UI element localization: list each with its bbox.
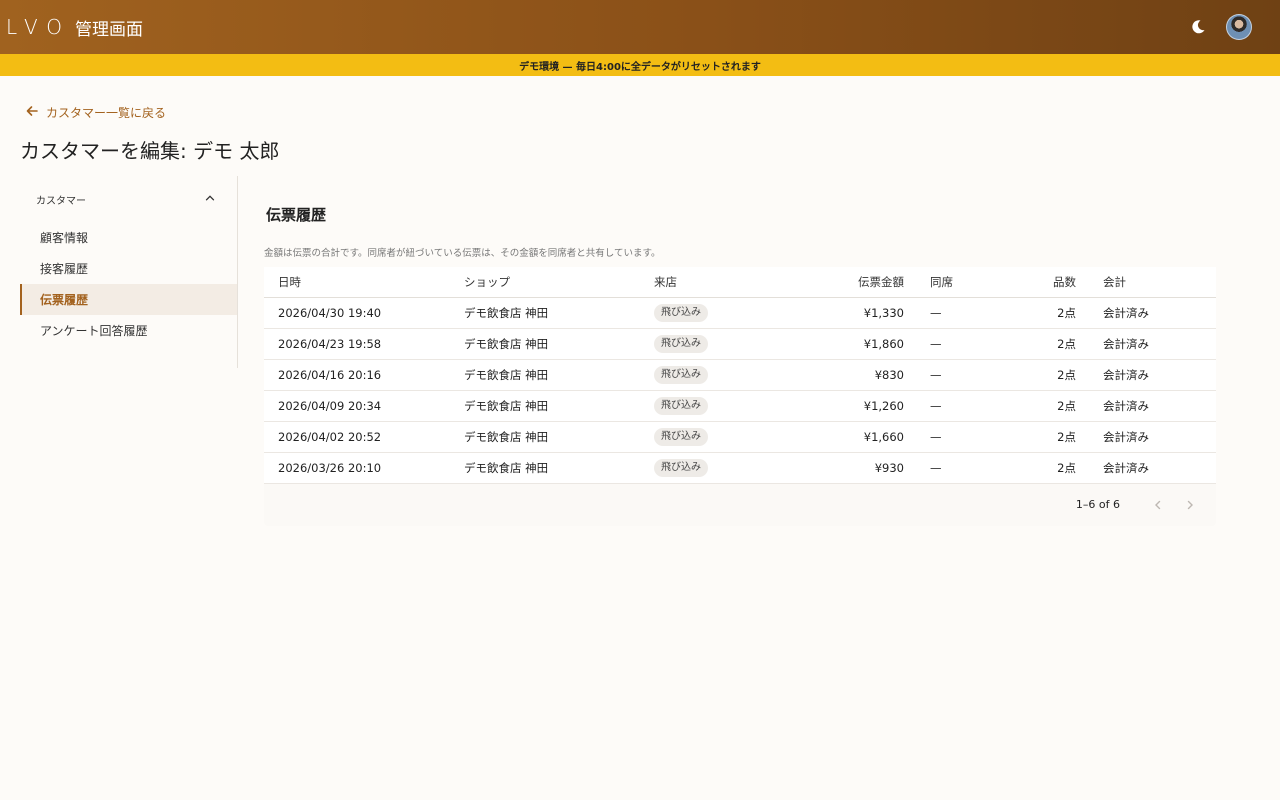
table-row[interactable]: 2026/04/30 19:40 デモ飲食店 神田 飛び込み ¥1,330 — … [264, 297, 1216, 329]
table-header-row: 日時 ショップ 来店 伝票金額 同席 品数 会計 [264, 267, 1216, 298]
cell-shop: デモ飲食店 神田 [464, 421, 654, 453]
cell-quantity: 2点 [1026, 328, 1076, 360]
cell-visit: 飛び込み [654, 328, 762, 360]
cell-amount: ¥1,860 [762, 328, 904, 360]
visit-type-chip: 飛び込み [654, 334, 708, 353]
cell-quantity: 2点 [1026, 390, 1076, 422]
table-row[interactable]: 2026/04/16 20:16 デモ飲食店 神田 飛び込み ¥830 — 2点… [264, 359, 1216, 391]
chevron-up-icon [205, 193, 215, 206]
cell-visit: 飛び込み [654, 297, 762, 329]
receipt-table: 日時 ショップ 来店 伝票金額 同席 品数 会計 2026/04/30 19:4… [264, 267, 1216, 484]
cell-payment: 会計済み [1076, 452, 1216, 484]
cell-shop: デモ飲食店 神田 [464, 452, 654, 484]
cell-amount: ¥1,660 [762, 421, 904, 453]
sidebar-item-service-history[interactable]: 接客履歴 [20, 253, 237, 284]
avatar[interactable] [1226, 14, 1252, 40]
cell-payment: 会計済み [1076, 328, 1216, 360]
cell-quantity: 2点 [1026, 452, 1076, 484]
cell-amount: ¥930 [762, 452, 904, 484]
sidebar-item-customer-info[interactable]: 顧客情報 [20, 222, 237, 253]
table-row[interactable]: 2026/04/23 19:58 デモ飲食店 神田 飛び込み ¥1,860 — … [264, 328, 1216, 360]
app-title: 管理画面 [75, 19, 144, 40]
back-link-label: カスタマー一覧に戻る [46, 106, 167, 120]
arrow-left-icon [26, 105, 38, 120]
section-note: 金額は伝票の合計です。同席者が紐づいている伝票は、その金額を同席者と共有していま… [264, 248, 661, 259]
cell-quantity: 2点 [1026, 421, 1076, 453]
cell-visit: 飛び込み [654, 359, 762, 391]
cell-companion: — [904, 328, 1026, 360]
column-header-datetime[interactable]: 日時 [264, 267, 464, 298]
column-header-companion[interactable]: 同席 [904, 267, 1026, 298]
cell-shop: デモ飲食店 神田 [464, 328, 654, 360]
table-row[interactable]: 2026/04/09 20:34 デモ飲食店 神田 飛び込み ¥1,260 — … [264, 390, 1216, 422]
moon-icon[interactable] [1184, 13, 1212, 41]
cell-amount: ¥1,260 [762, 390, 904, 422]
column-header-visit[interactable]: 来店 [654, 267, 762, 298]
cell-companion: — [904, 390, 1026, 422]
cell-datetime: 2026/04/02 20:52 [264, 421, 464, 453]
cell-visit: 飛び込み [654, 390, 762, 422]
visit-type-chip: 飛び込み [654, 458, 708, 477]
table-row[interactable]: 2026/04/02 20:52 デモ飲食店 神田 飛び込み ¥1,660 — … [264, 421, 1216, 453]
previous-page-button[interactable] [1142, 489, 1174, 521]
sidebar: カスタマー 顧客情報 接客履歴 伝票履歴 アンケート回答履歴 [20, 176, 238, 368]
cell-payment: 会計済み [1076, 390, 1216, 422]
column-header-quantity[interactable]: 品数 [1026, 267, 1076, 298]
pagination: 1–6 of 6 [264, 483, 1216, 526]
sidebar-group-customer[interactable]: カスタマー [20, 176, 237, 222]
cell-amount: ¥830 [762, 359, 904, 391]
cell-datetime: 2026/04/23 19:58 [264, 328, 464, 360]
cell-datetime: 2026/04/16 20:16 [264, 359, 464, 391]
page-title: カスタマーを編集: デモ 太郎 [20, 139, 280, 163]
pagination-range: 1–6 of 6 [1075, 498, 1120, 511]
cell-shop: デモ飲食店 神田 [464, 359, 654, 391]
cell-shop: デモ飲食店 神田 [464, 390, 654, 422]
receipt-history-card: 伝票履歴 金額は伝票の合計です。同席者が紐づいている伝票は、その金額を同席者と共… [264, 176, 1216, 526]
app-logo[interactable]: LVO [6, 17, 71, 37]
cell-datetime: 2026/04/30 19:40 [264, 297, 464, 329]
cell-payment: 会計済み [1076, 421, 1216, 453]
sidebar-group-label: カスタマー [36, 195, 86, 207]
app-bar-actions [1184, 13, 1252, 41]
cell-amount: ¥1,330 [762, 297, 904, 329]
chevron-left-icon [1155, 500, 1161, 509]
cell-quantity: 2点 [1026, 297, 1076, 329]
sidebar-item-survey-history[interactable]: アンケート回答履歴 [20, 315, 237, 346]
cell-visit: 飛び込み [654, 421, 762, 453]
visit-type-chip: 飛び込み [654, 303, 708, 322]
chevron-right-icon [1187, 500, 1193, 509]
visit-type-chip: 飛び込み [654, 365, 708, 384]
visit-type-chip: 飛び込み [654, 427, 708, 446]
section-title: 伝票履歴 [266, 206, 327, 224]
cell-visit: 飛び込み [654, 452, 762, 484]
demo-banner: デモ環境 — 毎日4:00に全データがリセットされます [0, 54, 1280, 76]
cell-companion: — [904, 297, 1026, 329]
cell-datetime: 2026/03/26 20:10 [264, 452, 464, 484]
next-page-button[interactable] [1174, 489, 1206, 521]
cell-payment: 会計済み [1076, 297, 1216, 329]
receipt-table-container: 日時 ショップ 来店 伝票金額 同席 品数 会計 2026/04/30 19:4… [264, 267, 1216, 526]
sidebar-item-receipt-history[interactable]: 伝票履歴 [20, 284, 237, 315]
cell-shop: デモ飲食店 神田 [464, 297, 654, 329]
cell-companion: — [904, 452, 1026, 484]
cell-companion: — [904, 421, 1026, 453]
visit-type-chip: 飛び込み [654, 396, 708, 415]
column-header-shop[interactable]: ショップ [464, 267, 654, 298]
table-row[interactable]: 2026/03/26 20:10 デモ飲食店 神田 飛び込み ¥930 — 2点… [264, 452, 1216, 484]
cell-companion: — [904, 359, 1026, 391]
cell-payment: 会計済み [1076, 359, 1216, 391]
app-bar: LVO 管理画面 [0, 0, 1280, 54]
back-to-customer-list-link[interactable]: カスタマー一覧に戻る [26, 104, 166, 121]
cell-quantity: 2点 [1026, 359, 1076, 391]
cell-datetime: 2026/04/09 20:34 [264, 390, 464, 422]
column-header-payment[interactable]: 会計 [1076, 267, 1216, 298]
column-header-amount[interactable]: 伝票金額 [762, 267, 904, 298]
